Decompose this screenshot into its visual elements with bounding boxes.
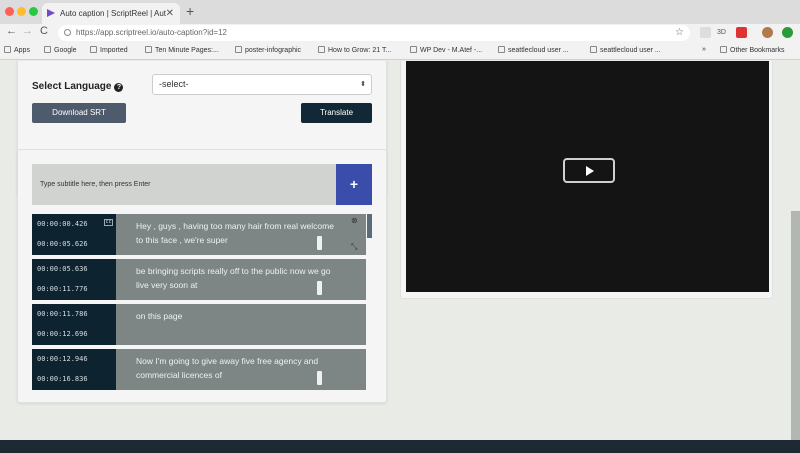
bookmark-wp-dev[interactable]: WP Dev - M.Atef -... xyxy=(410,46,482,54)
caption-text[interactable]: be bringing scripts really off to the pu… xyxy=(116,259,366,300)
folder-icon xyxy=(90,46,97,53)
caption-list-scrollbar[interactable] xyxy=(367,214,372,238)
caption-end-time[interactable]: 00:00:05.626 xyxy=(37,240,88,248)
caption-scrollbar[interactable] xyxy=(317,371,322,385)
caption-text[interactable]: Now I'm going to give away five free age… xyxy=(116,349,366,390)
info-icon[interactable] xyxy=(64,29,71,36)
page-content: Select Language? -select- ⬍ Download SRT… xyxy=(0,61,800,440)
language-select[interactable]: -select- ⬍ xyxy=(152,74,372,95)
caption-times: 00:00:00.426 cc 00:00:05.626 xyxy=(32,214,116,255)
caption-controls xyxy=(346,259,366,300)
extension-3d-icon[interactable]: 3D xyxy=(716,27,727,38)
bookmarks-more-button[interactable]: » xyxy=(702,46,706,53)
help-icon[interactable]: ? xyxy=(114,83,124,92)
seattlecloud-icon xyxy=(590,46,597,53)
scriptreel-favicon-icon xyxy=(47,9,55,17)
caption-expand-icon[interactable]: ⤡ xyxy=(351,242,357,252)
address-bar[interactable]: https://app.scriptreel.io/auto-caption?i… xyxy=(58,25,690,41)
cc-icon[interactable]: cc xyxy=(104,219,113,226)
caption-end-time[interactable]: 00:00:16.836 xyxy=(37,375,88,383)
caption-row[interactable]: 00:00:05.636 00:00:11.776 be bringing sc… xyxy=(32,259,366,300)
caption-text[interactable]: on this page xyxy=(116,304,366,345)
caption-row[interactable]: 00:00:12.946 00:00:16.836 Now I'm going … xyxy=(32,349,366,390)
caption-start-time[interactable]: 00:00:00.426 xyxy=(37,220,88,228)
bookmark-poster-infographic[interactable]: poster-infographic xyxy=(235,46,301,54)
page-icon xyxy=(235,46,242,53)
maximize-window-icon[interactable] xyxy=(29,7,38,16)
caption-start-time[interactable]: 00:00:05.636 xyxy=(37,265,88,273)
caption-scrollbar[interactable] xyxy=(317,236,322,250)
forward-button[interactable]: → xyxy=(22,25,33,37)
caption-end-time[interactable]: 00:00:12.696 xyxy=(37,330,88,338)
subtitles-card: Type subtitle here, then press Enter + 0… xyxy=(17,149,387,403)
bookmark-seattlecloud-2[interactable]: seattlecloud user ... xyxy=(590,46,661,54)
subtitle-input[interactable]: Type subtitle here, then press Enter xyxy=(32,164,336,205)
caption-settings-icon[interactable]: ⊗ xyxy=(351,216,358,225)
back-button[interactable]: ← xyxy=(6,25,17,37)
caption-end-time[interactable]: 00:00:11.776 xyxy=(37,285,88,293)
page-scrollbar[interactable] xyxy=(791,211,800,440)
profile-avatar[interactable] xyxy=(762,27,773,38)
reload-button[interactable]: C xyxy=(40,25,48,37)
bookmarks-bar: Apps Google Imported Ten Minute Pages:..… xyxy=(0,42,800,60)
caption-start-time[interactable]: 00:00:11.786 xyxy=(37,310,88,318)
browser-tabbar: Auto caption | ScriptReel | Aut ✕ + xyxy=(0,0,800,24)
seattlecloud-icon xyxy=(498,46,505,53)
extension-icon[interactable] xyxy=(700,27,711,38)
bookmark-google[interactable]: Google xyxy=(44,46,77,54)
bookmark-seattlecloud-1[interactable]: seattlecloud user ... xyxy=(498,46,569,54)
caption-controls xyxy=(346,304,366,345)
new-tab-button[interactable]: + xyxy=(186,3,194,19)
bookmark-star-icon[interactable]: ☆ xyxy=(675,25,684,41)
language-label: Select Language? xyxy=(32,81,124,92)
bookmark-ten-minute-pages[interactable]: Ten Minute Pages:... xyxy=(145,46,219,54)
select-arrows-icon: ⬍ xyxy=(360,81,366,88)
extension-green-icon[interactable] xyxy=(782,27,793,38)
language-select-value: -select- xyxy=(159,79,189,89)
url-text: https://app.scriptreel.io/auto-caption?i… xyxy=(76,28,227,37)
caption-scrollbar[interactable] xyxy=(317,281,322,295)
video-player[interactable] xyxy=(406,61,769,292)
bookmark-apps[interactable]: Apps xyxy=(4,46,30,54)
folder-icon xyxy=(720,46,727,53)
caption-controls xyxy=(346,349,366,390)
caption-row[interactable]: 00:00:00.426 cc 00:00:05.626 Hey , guys … xyxy=(32,214,366,255)
close-window-icon[interactable] xyxy=(5,7,14,16)
other-bookmarks[interactable]: Other Bookmarks xyxy=(720,46,784,54)
caption-row[interactable]: 00:00:11.786 00:00:12.696 on this page xyxy=(32,304,366,345)
bookmark-how-to-grow[interactable]: How to Grow: 21 T... xyxy=(318,46,391,54)
caption-times: 00:00:12.946 00:00:16.836 xyxy=(32,349,116,390)
video-card xyxy=(400,61,773,299)
caption-start-time[interactable]: 00:00:12.946 xyxy=(37,355,88,363)
page-icon xyxy=(410,46,417,53)
translate-button[interactable]: Translate xyxy=(301,103,372,123)
page-icon xyxy=(318,46,325,53)
caption-controls: ⊗ ⤡ xyxy=(346,214,366,255)
apps-grid-icon xyxy=(4,46,11,53)
caption-text[interactable]: Hey , guys , having too many hair from r… xyxy=(116,214,366,255)
caption-times: 00:00:11.786 00:00:12.696 xyxy=(32,304,116,345)
caption-list[interactable]: 00:00:00.426 cc 00:00:05.626 Hey , guys … xyxy=(32,214,372,390)
download-srt-button[interactable]: Download SRT xyxy=(32,103,126,123)
page-icon xyxy=(145,46,152,53)
add-subtitle-button[interactable]: + xyxy=(336,164,372,205)
page-footer xyxy=(0,440,800,453)
extension-red-icon[interactable] xyxy=(736,27,747,38)
google-icon xyxy=(44,46,51,53)
tab-close-icon[interactable]: ✕ xyxy=(166,3,174,24)
caption-times: 00:00:05.636 00:00:11.776 xyxy=(32,259,116,300)
tab-title: Auto caption | ScriptReel | Aut xyxy=(60,9,166,18)
play-icon xyxy=(586,166,594,176)
minimize-window-icon[interactable] xyxy=(17,7,26,16)
browser-toolbar: ← → C https://app.scriptreel.io/auto-cap… xyxy=(0,24,800,42)
browser-tab[interactable]: Auto caption | ScriptReel | Aut ✕ xyxy=(42,3,180,24)
play-button[interactable] xyxy=(563,158,615,183)
bookmark-imported[interactable]: Imported xyxy=(90,46,128,54)
